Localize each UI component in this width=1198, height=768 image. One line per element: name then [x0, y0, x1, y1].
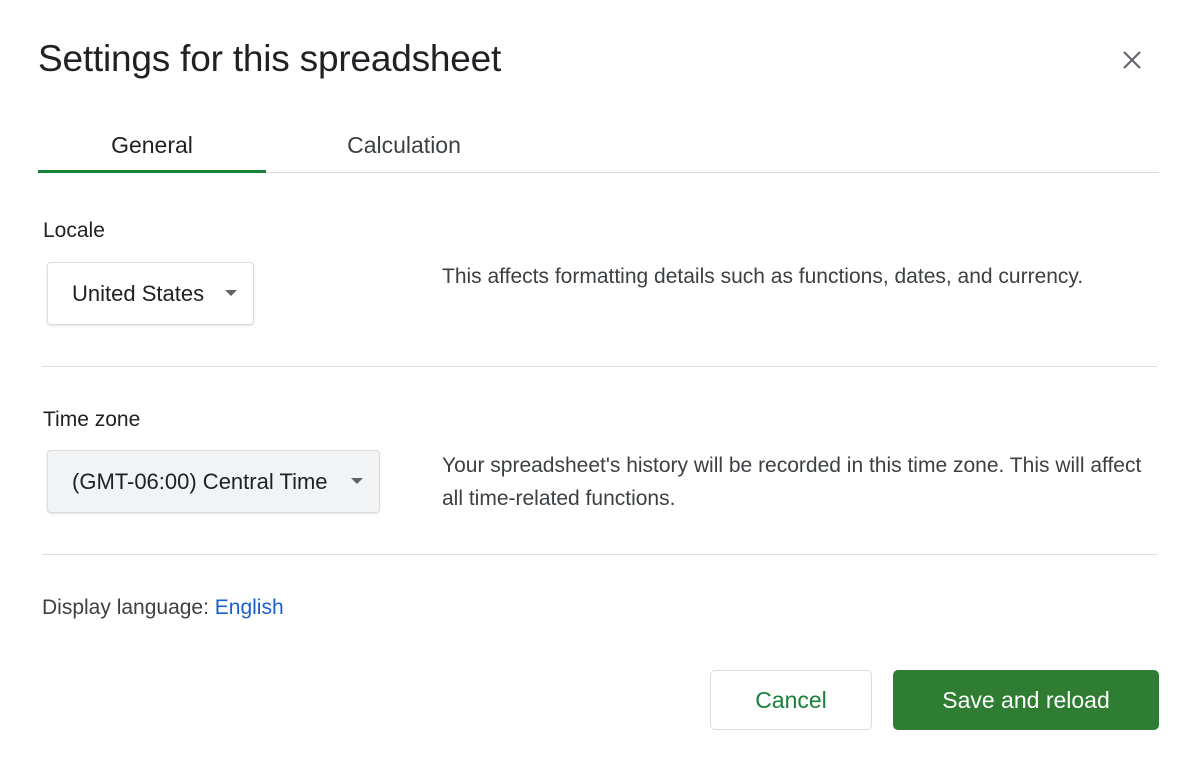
timezone-value: (GMT-06:00) Central Time	[72, 468, 328, 494]
tab-general[interactable]: General	[38, 118, 266, 173]
display-language: Display language: English	[42, 596, 284, 620]
timezone-label: Time zone	[43, 408, 141, 431]
timezone-description: Your spreadsheet's history will be recor…	[442, 454, 1142, 510]
chevron-down-icon	[351, 478, 363, 484]
display-language-label: Display language:	[42, 596, 215, 619]
locale-description: This affects formatting details such as …	[442, 265, 1084, 288]
cancel-button[interactable]: Cancel	[710, 670, 872, 730]
locale-value: United States	[72, 280, 205, 306]
timezone-dropdown[interactable]: (GMT-06:00) Central Time	[47, 450, 380, 513]
close-button[interactable]	[1116, 44, 1148, 76]
dialog-title: Settings for this spreadsheet	[38, 38, 502, 79]
locale-label: Locale	[43, 219, 105, 242]
divider	[42, 554, 1157, 555]
tab-bar: General Calculation	[38, 118, 1159, 173]
save-and-reload-button[interactable]: Save and reload	[893, 670, 1159, 730]
tab-calculation[interactable]: Calculation	[290, 118, 518, 172]
chevron-down-icon	[225, 290, 237, 296]
locale-dropdown[interactable]: United States	[47, 262, 254, 325]
settings-dialog: Settings for this spreadsheet General Ca…	[0, 0, 1198, 768]
close-icon	[1123, 51, 1141, 69]
divider	[42, 366, 1157, 367]
display-language-link[interactable]: English	[215, 596, 284, 619]
